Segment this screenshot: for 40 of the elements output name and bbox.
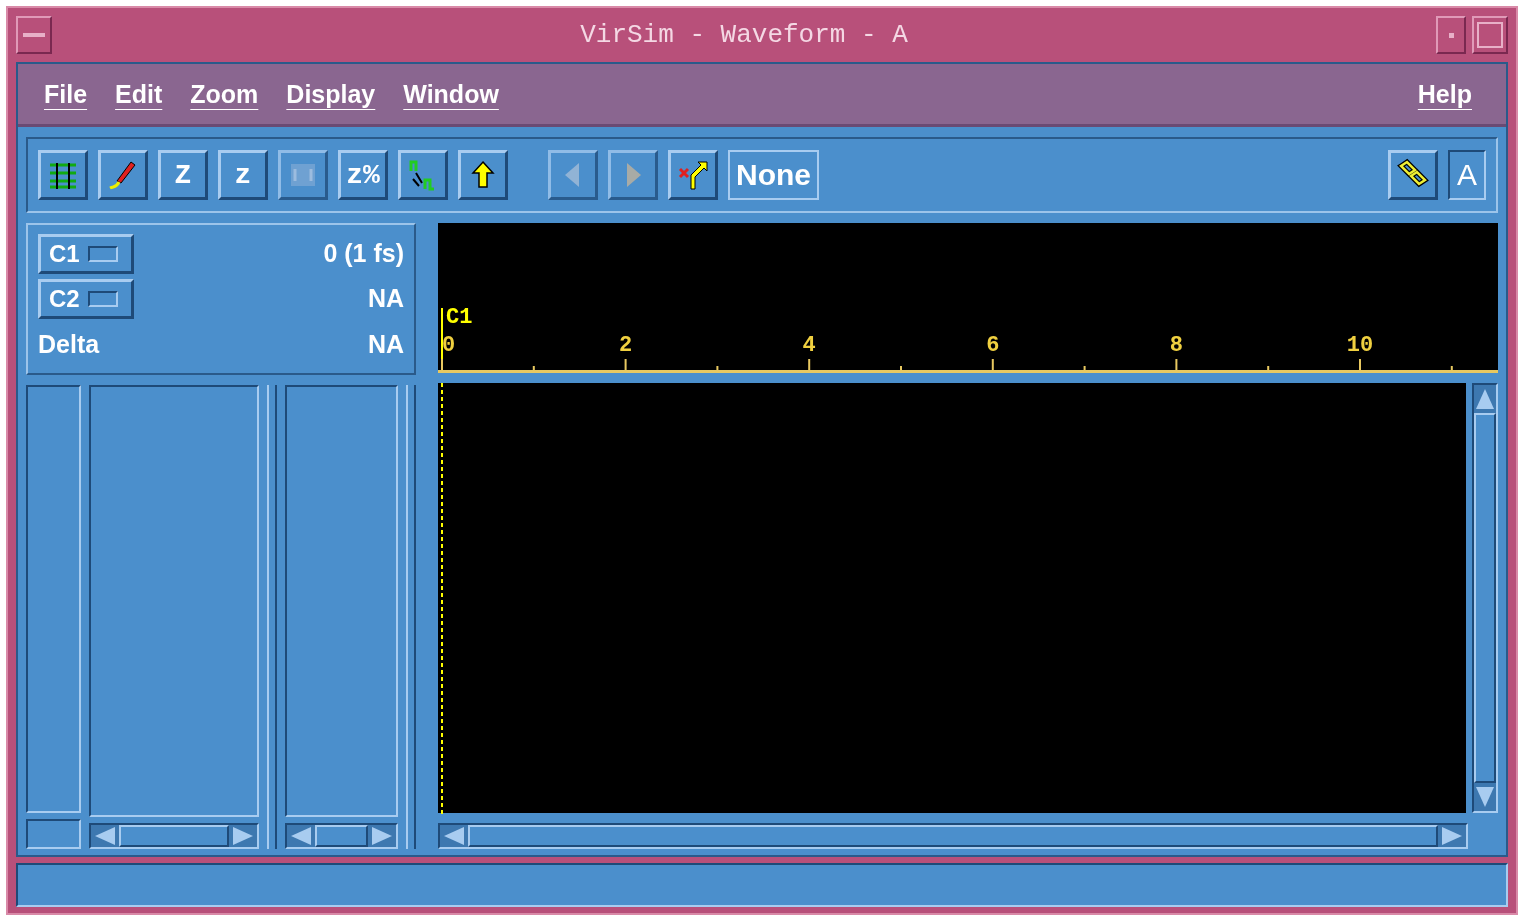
- toolbar-button[interactable]: [38, 150, 88, 200]
- link-button[interactable]: [1388, 150, 1438, 200]
- corner-pane: [26, 819, 81, 849]
- cursor-value: NA: [367, 329, 404, 359]
- vertical-scrollbar[interactable]: [1472, 383, 1498, 813]
- tick-label: 2: [619, 333, 633, 358]
- pane-divider[interactable]: [267, 385, 277, 849]
- toolbar-button[interactable]: [668, 150, 718, 200]
- minimize-button[interactable]: [1436, 16, 1466, 54]
- menu-item[interactable]: Display: [276, 79, 394, 109]
- zoom-button[interactable]: z: [218, 150, 268, 200]
- tick-label: 8: [1169, 333, 1183, 358]
- group-field[interactable]: None: [728, 150, 819, 200]
- cursor-value: 0 (1 fs): [323, 239, 404, 269]
- toolbar-button[interactable]: [458, 150, 508, 200]
- cursor-button[interactable]: C2: [38, 279, 134, 319]
- cursor-value: NA: [367, 284, 404, 314]
- cursor-button[interactable]: C1: [38, 233, 134, 274]
- zoom-button[interactable]: z%: [338, 150, 388, 200]
- cursor-label: C1: [446, 305, 473, 330]
- tick-label: 4: [802, 333, 816, 358]
- menu-item[interactable]: File: [34, 79, 106, 109]
- menu-item[interactable]: Help: [1407, 79, 1490, 109]
- window-menu-button[interactable]: [16, 16, 52, 54]
- menu-item[interactable]: Zoom: [180, 79, 277, 109]
- horizontal-scrollbar[interactable]: [88, 823, 260, 849]
- marker-icon: [677, 159, 709, 191]
- horizontal-scrollbar[interactable]: [284, 823, 399, 849]
- tick-label: 6: [986, 333, 1000, 358]
- menu-item[interactable]: Edit: [105, 79, 181, 109]
- tick-label: 10: [1346, 333, 1374, 358]
- font-button[interactable]: A: [1448, 150, 1486, 200]
- delta-label: Delta: [38, 329, 100, 359]
- maximize-button[interactable]: [1472, 16, 1508, 54]
- tick-label: 0: [442, 333, 456, 358]
- zoom-button[interactable]: Z: [158, 150, 208, 200]
- menu-item[interactable]: Window: [393, 79, 517, 109]
- horizontal-scrollbar[interactable]: [438, 823, 1468, 849]
- window-title: VirSim - Waveform - A: [579, 20, 909, 50]
- pane-divider[interactable]: [406, 385, 416, 849]
